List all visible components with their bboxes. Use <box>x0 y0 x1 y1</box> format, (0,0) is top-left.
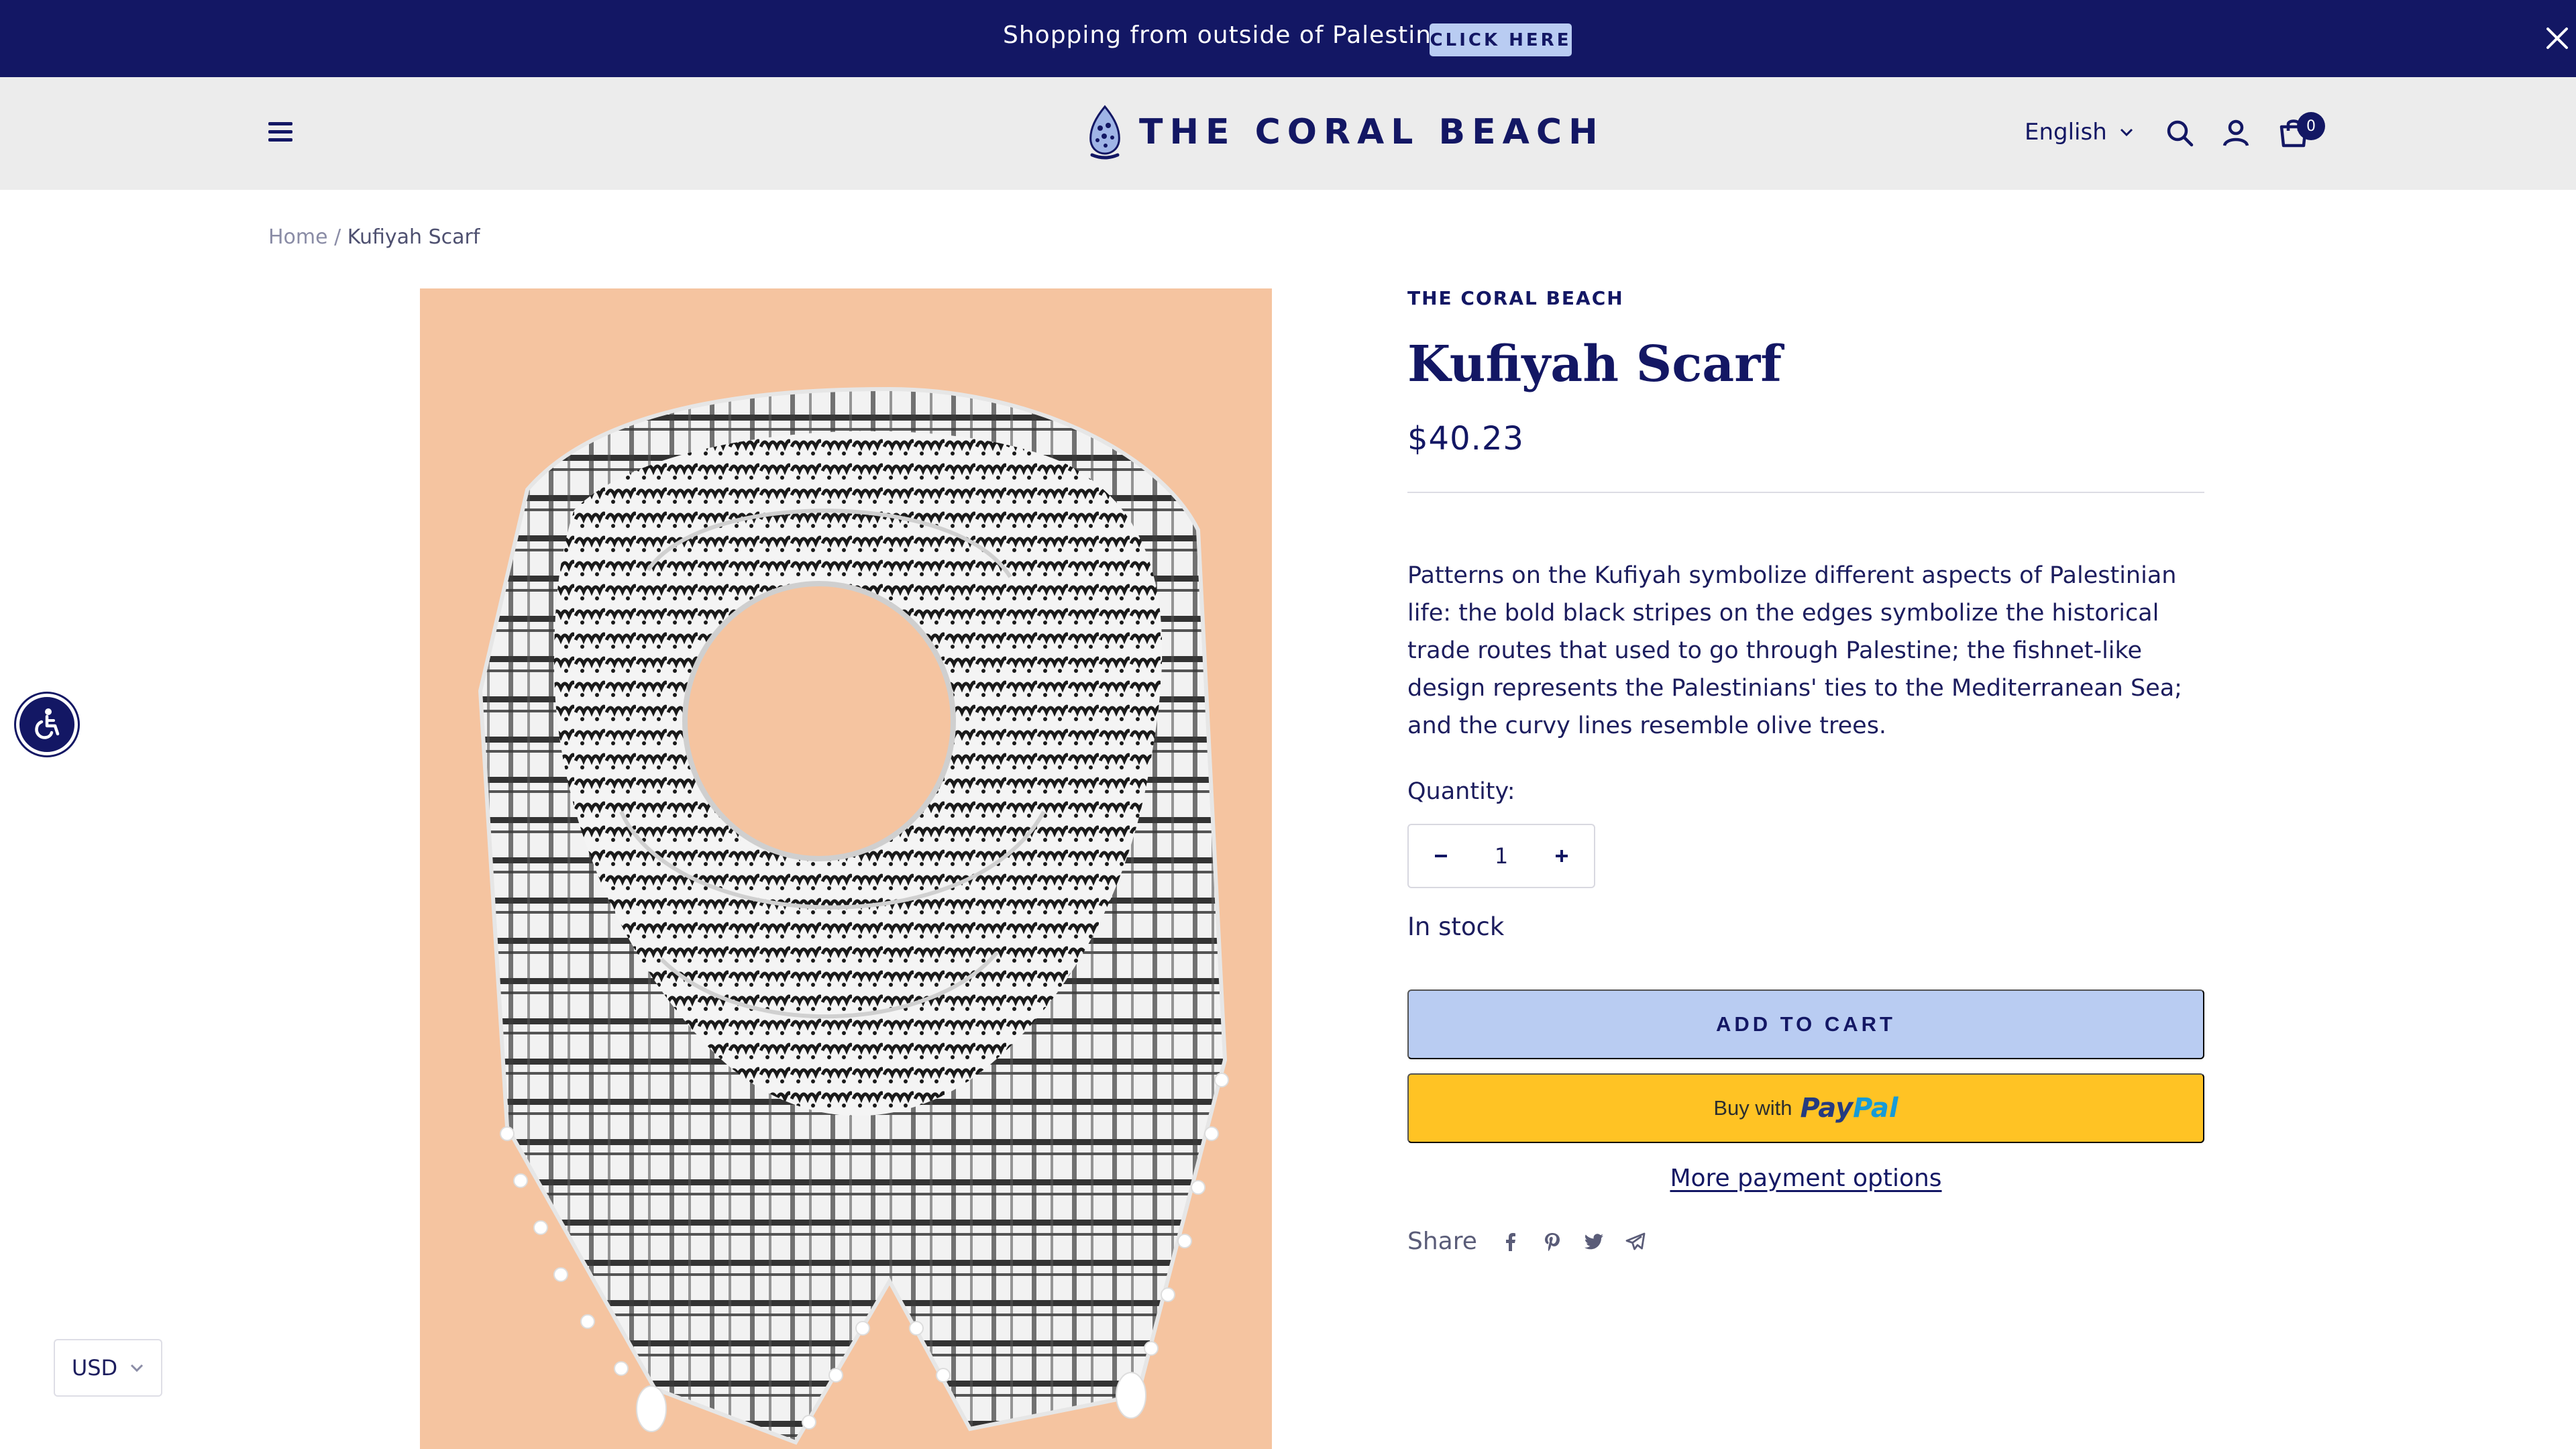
product-vendor[interactable]: THE CORAL BEACH <box>1407 287 1624 309</box>
quantity-input[interactable] <box>1474 843 1528 869</box>
paypal-prefix: Buy with <box>1713 1096 1792 1120</box>
currency-label: USD <box>71 1355 118 1381</box>
wheelchair-icon <box>35 708 60 739</box>
minus-icon <box>1435 855 1447 857</box>
site-header: THE CORAL BEACH English 0 <box>0 77 2576 190</box>
account-icon[interactable] <box>2220 117 2251 148</box>
more-payment-options-link[interactable]: More payment options <box>1407 1165 2204 1192</box>
share-label: Share <box>1407 1228 1477 1255</box>
breadcrumb-home-link[interactable]: Home <box>268 225 328 249</box>
share-bar: Share <box>1407 1228 1646 1255</box>
brand-logo[interactable]: THE CORAL BEACH <box>1085 104 1605 160</box>
breadcrumb-current: Kufiyah Scarf <box>347 225 480 249</box>
chevron-down-icon <box>131 1364 144 1373</box>
close-icon[interactable] <box>2542 23 2572 53</box>
product-price: $40.23 <box>1407 420 1524 458</box>
paypal-logo-pal: Pal <box>1853 1093 1898 1124</box>
paypal-logo: PayPal <box>1801 1093 1898 1124</box>
quantity-stepper <box>1407 824 1595 888</box>
telegram-icon[interactable] <box>1625 1231 1646 1252</box>
search-icon[interactable] <box>2164 117 2195 148</box>
breadcrumb-separator: / <box>334 225 341 249</box>
pinterest-icon[interactable] <box>1542 1231 1563 1252</box>
product-title: Kufiyah Scarf <box>1407 335 1782 393</box>
twitter-icon[interactable] <box>1583 1231 1605 1252</box>
paypal-button[interactable]: Buy with PayPal <box>1407 1073 2204 1143</box>
chevron-down-icon <box>2120 128 2133 137</box>
click-here-button[interactable]: CLICK HERE <box>1430 23 1572 56</box>
announcement-text: Shopping from outside of Palestine? <box>1003 21 1461 49</box>
hamburger-menu-icon[interactable] <box>268 122 292 144</box>
breadcrumb: Home / Kufiyah Scarf <box>268 225 480 249</box>
add-to-cart-button[interactable]: ADD TO CART <box>1407 989 2204 1059</box>
currency-selector[interactable]: USD <box>54 1339 162 1397</box>
language-label: English <box>2025 119 2107 146</box>
plus-icon <box>1556 850 1568 862</box>
shell-logo-icon <box>1089 105 1120 160</box>
quantity-label: Quantity: <box>1407 778 1515 805</box>
announcement-bar: Shopping from outside of Palestine? CLIC… <box>0 0 2576 77</box>
language-selector[interactable]: English <box>2025 119 2134 146</box>
kufiyah-scarf-illustration <box>478 386 1229 1445</box>
stock-status: In stock <box>1407 912 1505 941</box>
divider <box>1407 492 2204 493</box>
quantity-decrease-button[interactable] <box>1429 844 1453 868</box>
product-description: Patterns on the Kufiyah symbolize differ… <box>1407 562 2182 739</box>
accessibility-button[interactable] <box>16 694 78 755</box>
brand-name: THE CORAL BEACH <box>1139 112 1605 152</box>
quantity-increase-button[interactable] <box>1550 844 1574 868</box>
product-image[interactable] <box>420 288 1272 1449</box>
facebook-icon[interactable] <box>1500 1231 1521 1252</box>
cart-count-badge: 0 <box>2297 112 2325 140</box>
paypal-logo-pay: Pay <box>1800 1093 1854 1124</box>
